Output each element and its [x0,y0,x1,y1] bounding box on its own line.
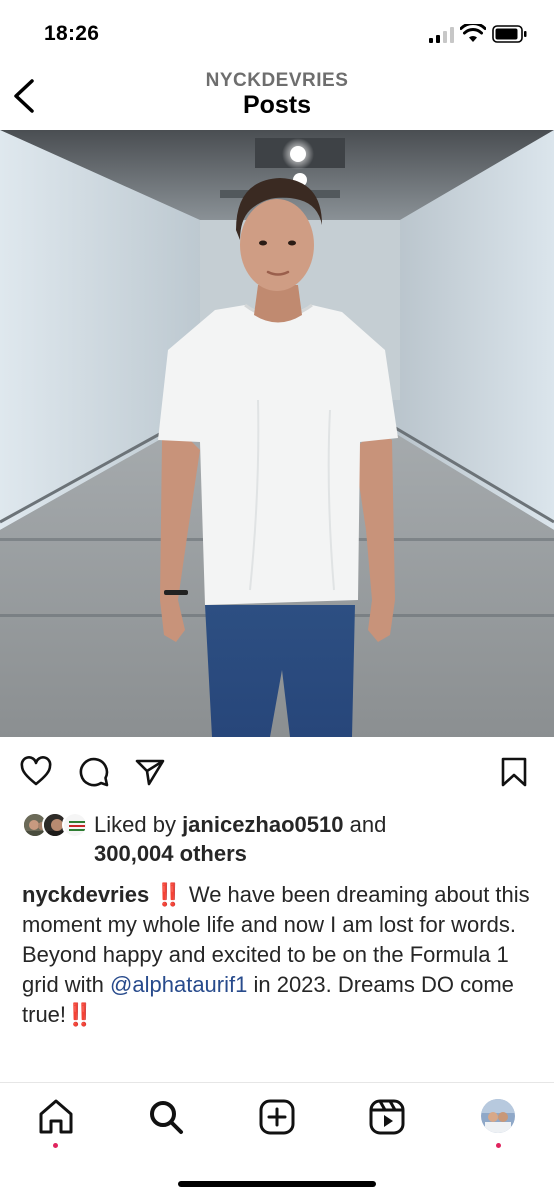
liker-avatars [22,812,88,838]
post-photo[interactable] [0,130,554,737]
nav-header: NYCKDEVRIES Posts [0,60,554,130]
profile-username[interactable]: NYCKDEVRIES [0,70,554,92]
liker-username[interactable]: janicezhao0510 [182,812,343,837]
post-action-bar [0,742,554,800]
home-indicator[interactable] [178,1181,376,1187]
liked-by-conjunction: and [343,812,387,837]
profile-notification-dot [496,1143,501,1148]
cellular-signal-icon [429,27,454,43]
status-time: 18:26 [44,22,100,45]
caption-emoji-end: ‼️ [66,1002,94,1027]
status-bar: 18:26 [0,0,554,60]
profile-avatar-icon[interactable] [481,1099,515,1133]
caption-emoji-start: ‼️ [149,882,183,907]
home-notification-dot [53,1143,58,1148]
paper-plane-icon[interactable] [134,756,166,788]
post-caption: nyckdevries ‼️ We have been dreaming abo… [22,880,534,1030]
avatar [62,812,88,838]
likes-count[interactable]: 300,004 others [94,841,247,867]
home-icon[interactable] [36,1097,76,1137]
caption-mention[interactable]: @alphataurif1 [110,972,247,997]
page-title: Posts [242,91,312,119]
bookmark-icon[interactable] [498,756,530,788]
liked-by-text: Liked by janicezhao0510 and [94,812,386,838]
wifi-icon [460,24,486,42]
reels-icon[interactable] [367,1097,407,1137]
heart-icon[interactable] [20,756,52,788]
likes-row[interactable]: Liked by janicezhao0510 and 300,004 othe… [0,806,554,872]
battery-icon [492,25,527,43]
caption-username[interactable]: nyckdevries [22,882,149,907]
liked-by-prefix: Liked by [94,812,183,837]
search-icon[interactable] [146,1097,186,1137]
plus-square-icon[interactable] [257,1097,297,1137]
comment-icon[interactable] [78,756,110,788]
